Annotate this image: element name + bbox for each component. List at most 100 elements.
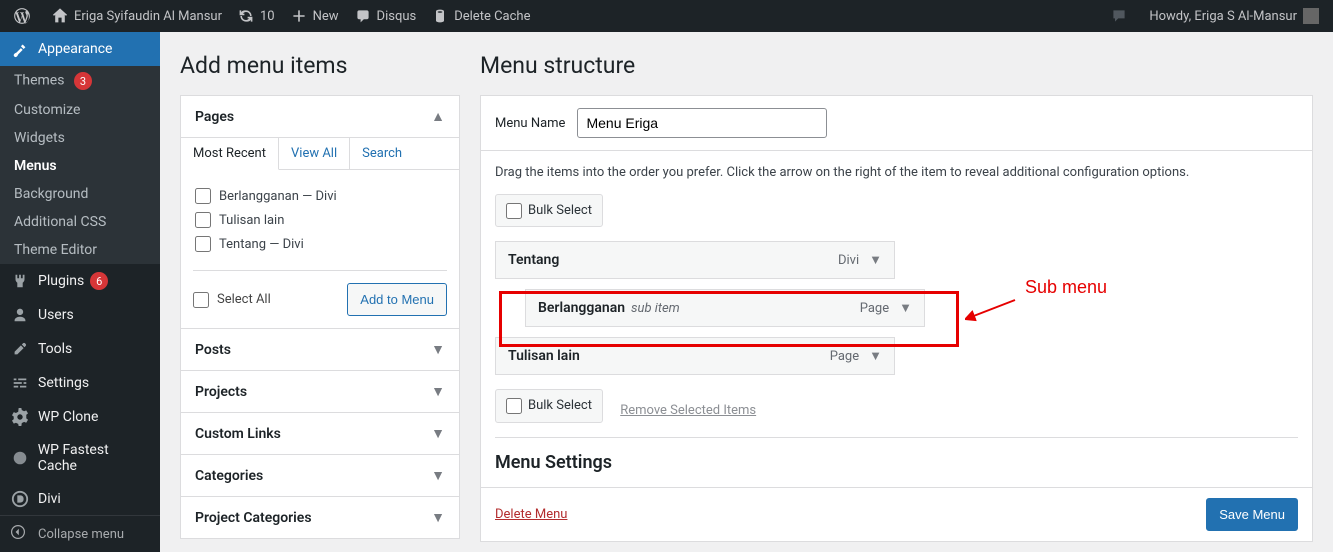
wp-logo[interactable] <box>6 0 44 32</box>
wrench-icon <box>10 340 30 358</box>
menu-name-input[interactable] <box>577 108 827 138</box>
brush-icon <box>10 40 30 58</box>
sidebar-item-label: Tools <box>38 341 72 357</box>
menu-edit-panel: Menu Name Drag the items into the order … <box>480 95 1313 542</box>
plus-icon <box>291 8 307 24</box>
sidebar-item-label: Divi <box>38 491 61 507</box>
checkbox[interactable] <box>195 236 211 252</box>
sidebar-item-label: WP Fastest Cache <box>38 442 150 474</box>
submenu-themes[interactable]: Themes 3 <box>0 66 160 96</box>
sidebar-item-divi[interactable]: Divi <box>0 482 160 516</box>
main-content: Add menu items Pages ▲ Most Recent View … <box>160 32 1333 552</box>
collapse-menu[interactable]: Collapse menu <box>0 515 160 552</box>
menu-item[interactable]: Tentang Divi ▼ <box>495 241 895 279</box>
page-checkbox-item[interactable]: Tentang — Divi <box>195 232 445 256</box>
postbox-projects-header[interactable]: Projects▼ <box>181 371 459 412</box>
sliders-icon <box>10 374 30 392</box>
annotation-text: Sub menu <box>1025 277 1107 298</box>
tab-search[interactable]: Search <box>350 138 414 169</box>
notifications[interactable] <box>1103 0 1141 32</box>
update-icon <box>238 8 254 24</box>
caret-down-icon[interactable]: ▼ <box>869 348 882 364</box>
menu-name-label: Menu Name <box>495 116 565 131</box>
comment-bubble-icon <box>1111 8 1127 24</box>
cheetah-icon <box>10 449 30 467</box>
delete-cache[interactable]: Delete Cache <box>424 0 538 32</box>
menu-item[interactable]: Tulisan lain Page ▼ <box>495 337 895 375</box>
updates-count: 10 <box>260 9 275 24</box>
bulk-select-checkbox[interactable] <box>506 398 522 414</box>
submenu-menus[interactable]: Menus <box>0 152 160 180</box>
submenu-additional-css[interactable]: Additional CSS <box>0 208 160 236</box>
bulk-select-button-bottom[interactable]: Bulk Select <box>495 389 603 422</box>
menu-item-sub[interactable]: Berlangganan sub item Page ▼ <box>525 289 925 327</box>
accordion-container: Pages ▲ Most Recent View All Search B <box>180 95 460 539</box>
sidebar-item-label: Plugins <box>38 273 84 289</box>
sidebar-item-label: WP Clone <box>38 409 98 425</box>
select-all-checkbox[interactable] <box>193 292 209 308</box>
caret-down-icon[interactable]: ▼ <box>869 252 882 268</box>
cache-icon <box>432 8 448 24</box>
submenu-background[interactable]: Background <box>0 180 160 208</box>
themes-badge: 3 <box>74 72 92 90</box>
wordpress-icon <box>14 8 30 24</box>
save-menu-button[interactable]: Save Menu <box>1206 498 1298 531</box>
disqus-label: Disqus <box>377 9 417 24</box>
submenu-widgets[interactable]: Widgets <box>0 124 160 152</box>
updates[interactable]: 10 <box>230 0 283 32</box>
bulk-select-button[interactable]: Bulk Select <box>495 194 603 227</box>
sidebar-item-label: Settings <box>38 375 89 391</box>
caret-down-icon: ▼ <box>431 509 445 526</box>
page-checkbox-item[interactable]: Berlangganan — Divi <box>195 184 445 208</box>
user-icon <box>10 306 30 324</box>
new-content[interactable]: New <box>283 0 347 32</box>
caret-up-icon: ▲ <box>431 108 445 125</box>
bulk-select-checkbox[interactable] <box>506 203 522 219</box>
select-all[interactable]: Select All <box>193 292 271 308</box>
sidebar-item-plugins[interactable]: Plugins 6 <box>0 264 160 298</box>
sidebar-item-appearance[interactable]: Appearance <box>0 32 160 66</box>
tab-view-all[interactable]: View All <box>279 138 350 169</box>
plugins-badge: 6 <box>90 272 108 290</box>
gear-icon <box>10 408 30 426</box>
postbox-posts-header[interactable]: Posts▼ <box>181 329 459 370</box>
postbox-categories-header[interactable]: Categories▼ <box>181 455 459 496</box>
my-account[interactable]: Howdy, Eriga S Al-Mansur <box>1141 0 1327 32</box>
remove-selected-link[interactable]: Remove Selected Items <box>620 403 756 418</box>
submenu-customize[interactable]: Customize <box>0 96 160 124</box>
postbox-pages-header[interactable]: Pages ▲ <box>181 96 459 137</box>
checkbox[interactable] <box>195 188 211 204</box>
delete-cache-label: Delete Cache <box>454 9 530 24</box>
site-home[interactable]: Eriga Syifaudin Al Mansur <box>44 0 230 32</box>
postbox-custom-links-header[interactable]: Custom Links▼ <box>181 413 459 454</box>
caret-down-icon: ▼ <box>431 425 445 442</box>
add-to-menu-button[interactable]: Add to Menu <box>347 283 447 316</box>
site-name-text: Eriga Syifaudin Al Mansur <box>74 9 222 24</box>
menu-settings-heading: Menu Settings <box>495 437 1298 473</box>
caret-down-icon: ▼ <box>431 383 445 400</box>
sidebar-item-wpfc[interactable]: WP Fastest Cache <box>0 434 160 482</box>
house-icon <box>52 8 68 24</box>
sidebar-item-label: Users <box>38 307 74 323</box>
caret-down-icon[interactable]: ▼ <box>899 300 912 316</box>
sidebar-item-users[interactable]: Users <box>0 298 160 332</box>
checkbox[interactable] <box>195 212 211 228</box>
submenu-theme-editor[interactable]: Theme Editor <box>0 236 160 264</box>
comment-icon <box>355 8 371 24</box>
delete-menu-link[interactable]: Delete Menu <box>495 507 567 522</box>
postbox-project-categories-header[interactable]: Project Categories▼ <box>181 497 459 538</box>
sidebar-item-label: Appearance <box>38 41 112 57</box>
menu-structure-heading: Menu structure <box>480 52 1313 79</box>
top-admin-bar: Eriga Syifaudin Al Mansur 10 New Disqus … <box>0 0 1333 32</box>
divi-icon <box>10 490 30 508</box>
page-checkbox-item[interactable]: Tulisan lain <box>195 208 445 232</box>
sidebar-item-settings[interactable]: Settings <box>0 366 160 400</box>
appearance-submenu: Themes 3 Customize Widgets Menus Backgro… <box>0 66 160 264</box>
add-menu-items-heading: Add menu items <box>180 52 460 79</box>
caret-down-icon: ▼ <box>431 341 445 358</box>
tab-most-recent[interactable]: Most Recent <box>181 138 279 170</box>
sidebar-item-wpclone[interactable]: WP Clone <box>0 400 160 434</box>
avatar <box>1303 8 1319 24</box>
disqus-link[interactable]: Disqus <box>347 0 425 32</box>
sidebar-item-tools[interactable]: Tools <box>0 332 160 366</box>
